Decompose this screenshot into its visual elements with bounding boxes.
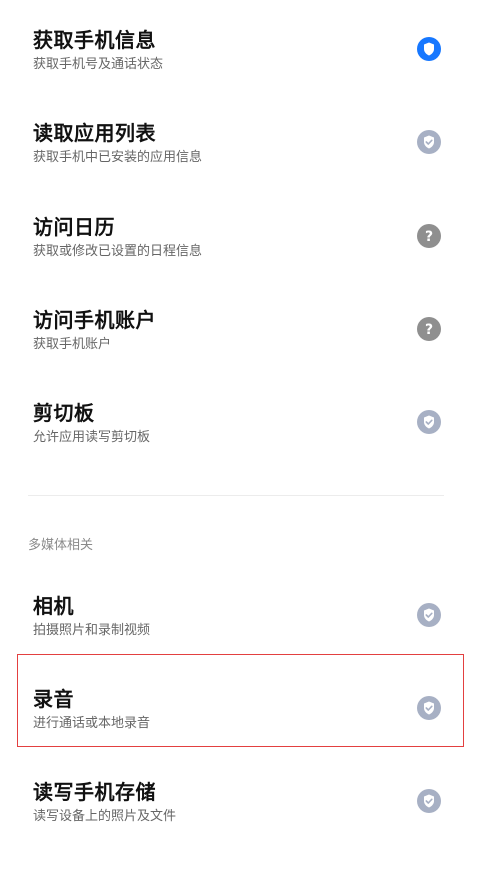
permission-title: 相机 xyxy=(33,594,74,618)
permission-subtitle: 拍摄照片和录制视频 xyxy=(33,623,151,638)
svg-text:?: ? xyxy=(425,322,433,338)
check-icon[interactable] xyxy=(417,603,441,627)
check-icon[interactable] xyxy=(417,789,441,813)
check-icon[interactable] xyxy=(417,696,441,720)
check-icon[interactable] xyxy=(417,130,441,154)
permission-subtitle: 获取或修改已设置的日程信息 xyxy=(33,244,203,259)
permission-row-app-list[interactable]: 读取应用列表 获取手机中已安装的应用信息 xyxy=(0,120,491,190)
question-icon[interactable]: ? xyxy=(417,317,441,341)
permission-title: 剪切板 xyxy=(33,401,95,425)
permission-subtitle: 读写设备上的照片及文件 xyxy=(33,809,177,824)
permission-subtitle: 进行通话或本地录音 xyxy=(33,716,151,731)
permission-row-storage[interactable]: 读写手机存储 读写设备上的照片及文件 xyxy=(0,779,491,849)
permission-title: 录音 xyxy=(33,687,74,711)
permission-row-clipboard[interactable]: 剪切板 允许应用读写剪切板 xyxy=(0,400,491,470)
check-icon[interactable] xyxy=(417,410,441,434)
permission-title: 访问手机账户 xyxy=(33,308,156,332)
svg-text:?: ? xyxy=(425,229,433,245)
permission-row-phone-info[interactable]: 获取手机信息 获取手机号及通话状态 xyxy=(0,27,491,97)
permission-subtitle: 获取手机中已安装的应用信息 xyxy=(33,150,203,165)
section-header-media: 多媒体相关 xyxy=(28,538,94,553)
question-icon[interactable]: ? xyxy=(417,224,441,248)
permission-subtitle: 获取手机账户 xyxy=(33,337,112,352)
permission-subtitle: 获取手机号及通话状态 xyxy=(33,57,164,72)
shield-icon[interactable] xyxy=(417,37,441,61)
permission-title: 读取应用列表 xyxy=(33,121,156,145)
permission-row-accounts[interactable]: 访问手机账户 获取手机账户 ? xyxy=(0,307,491,377)
permission-row-camera[interactable]: 相机 拍摄照片和录制视频 xyxy=(0,593,491,663)
permission-title: 读写手机存储 xyxy=(33,780,156,804)
permission-row-calendar[interactable]: 访问日历 获取或修改已设置的日程信息 ? xyxy=(0,214,491,284)
permission-subtitle: 允许应用读写剪切板 xyxy=(33,430,151,445)
permission-row-microphone[interactable]: 录音 进行通话或本地录音 xyxy=(0,686,491,756)
permission-title: 获取手机信息 xyxy=(33,28,156,52)
permission-title: 访问日历 xyxy=(33,215,115,239)
section-divider xyxy=(28,495,444,496)
